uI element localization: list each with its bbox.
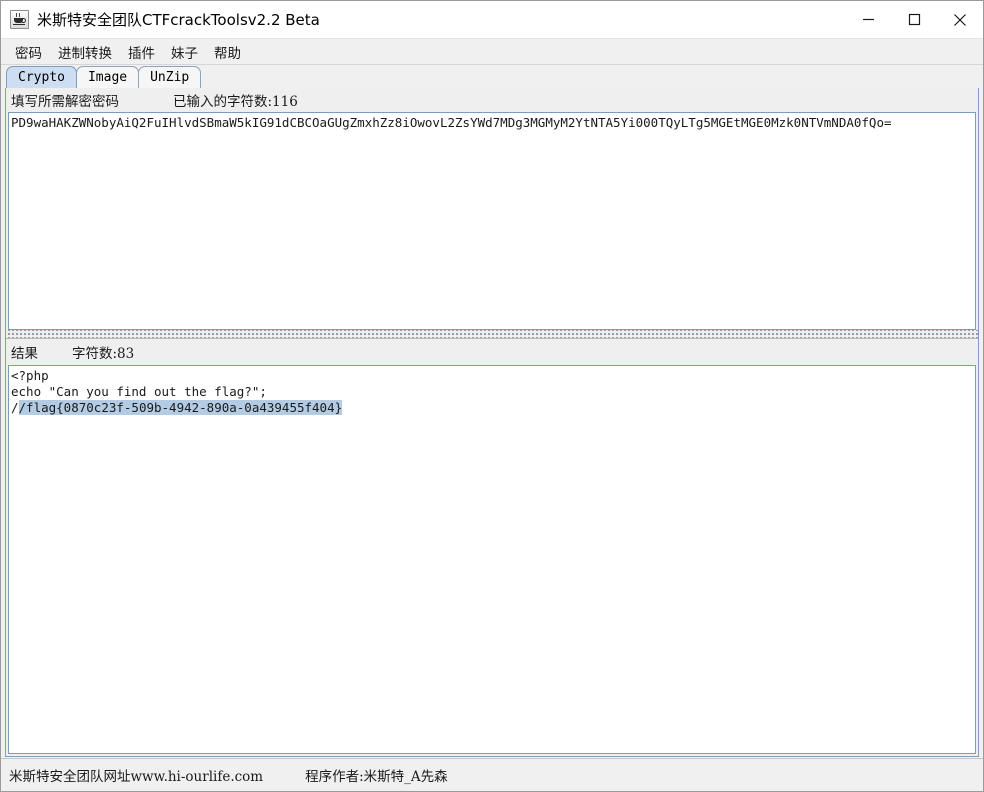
result-line-text: echo "Can you find out the flag?"; xyxy=(11,384,267,399)
result-label: 结果 xyxy=(11,346,38,362)
result-line-text: / xyxy=(11,400,19,415)
close-icon xyxy=(954,13,966,26)
java-cup-icon xyxy=(10,10,29,29)
menu-item-girls[interactable]: 妹子 xyxy=(163,40,206,64)
input-label: 填写所需解密密码 xyxy=(11,94,119,110)
menu-item-help[interactable]: 帮助 xyxy=(206,40,249,64)
tab-unzip[interactable]: UnZip xyxy=(138,66,202,88)
menu-bar: 密码 进制转换 插件 妹子 帮助 xyxy=(1,39,983,65)
result-char-count: 字符数:83 xyxy=(72,346,135,362)
cipher-input-textarea[interactable]: PD9waHAKZWNobyAiQ2FuIHlvdSBmaW5kIG91dCBC… xyxy=(8,112,976,330)
maximize-button[interactable] xyxy=(891,1,937,38)
crypto-tab-panel: 填写所需解密密码 已输入的字符数:116 PD9waHAKZWNobyAiQ2F… xyxy=(5,87,979,757)
cipher-input-value: PD9waHAKZWNobyAiQ2FuIHlvdSBmaW5kIG91dCBC… xyxy=(11,115,892,130)
result-line: echo "Can you find out the flag?"; xyxy=(11,384,974,400)
tab-crypto[interactable]: Crypto xyxy=(6,66,77,88)
menu-item-passwords[interactable]: 密码 xyxy=(7,40,50,64)
menu-item-base-conversion[interactable]: 进制转换 xyxy=(50,40,120,64)
status-site-text: 米斯特安全团队网址www.hi-ourlife.com xyxy=(9,769,264,785)
minimize-button[interactable] xyxy=(845,1,891,38)
window-controls xyxy=(845,1,983,38)
application-window: 米斯特安全团队CTFcrackToolsv2.2 Beta 密码 进制转换 插件… xyxy=(0,0,984,792)
result-line-text: <?php xyxy=(11,368,49,383)
input-char-count: 已输入的字符数:116 xyxy=(173,94,298,110)
title-bar[interactable]: 米斯特安全团队CTFcrackToolsv2.2 Beta xyxy=(1,1,983,39)
result-line: <?php xyxy=(11,368,974,384)
result-label-row: 结果 字符数:83 xyxy=(6,338,978,365)
split-pane-divider[interactable] xyxy=(6,330,978,338)
result-output-textarea[interactable]: <?php echo "Can you find out the flag?";… xyxy=(8,365,976,754)
status-author-text: 程序作者:米斯特_A先森 xyxy=(305,769,448,785)
tab-image[interactable]: Image xyxy=(75,66,140,88)
tab-strip: Crypto Image UnZip xyxy=(1,65,983,88)
window-title: 米斯特安全团队CTFcrackToolsv2.2 Beta xyxy=(37,11,320,29)
menu-item-plugins[interactable]: 插件 xyxy=(120,40,163,64)
result-line: //flag{0870c23f-509b-4942-890a-0a439455f… xyxy=(11,400,974,416)
result-line-selection: /flag{0870c23f-509b-4942-890a-0a439455f4… xyxy=(18,400,343,415)
minimize-icon xyxy=(862,18,874,21)
input-label-row: 填写所需解密密码 已输入的字符数:116 xyxy=(6,88,978,112)
maximize-icon xyxy=(908,13,920,26)
status-bar: 米斯特安全团队网址www.hi-ourlife.com 程序作者:米斯特_A先森 xyxy=(1,758,983,791)
title-bar-left: 米斯特安全团队CTFcrackToolsv2.2 Beta xyxy=(1,9,845,30)
close-button[interactable] xyxy=(937,1,983,38)
